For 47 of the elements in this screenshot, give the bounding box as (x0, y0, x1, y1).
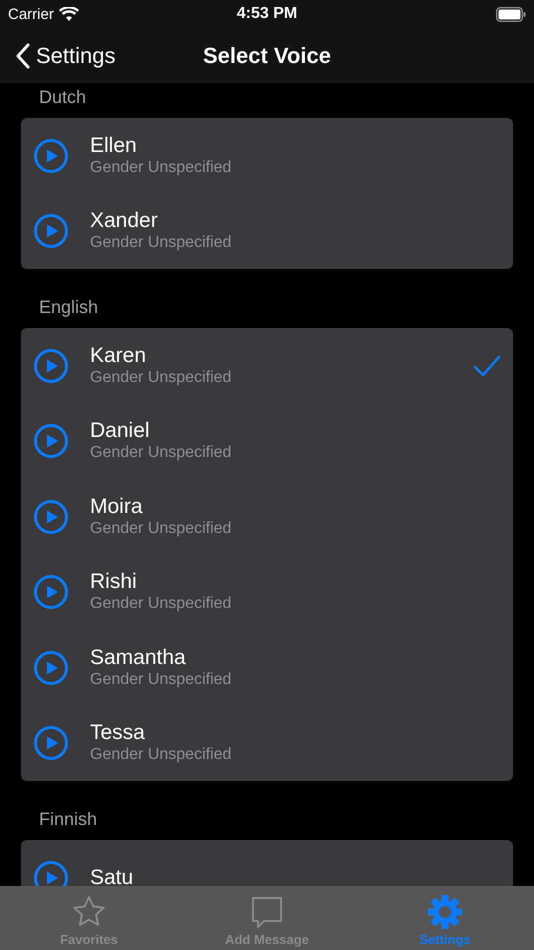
section-header: Dutch (39, 87, 86, 108)
speech-bubble-icon (249, 894, 285, 930)
voice-name: Rishi (90, 570, 138, 594)
play-icon[interactable] (34, 424, 68, 458)
voice-row[interactable]: Samantha Gender Unspecified (21, 630, 513, 706)
battery-icon (496, 6, 526, 22)
wifi-icon (58, 6, 79, 22)
voice-gender: Gender Unspecified (90, 594, 232, 614)
section-header: Finnish (39, 809, 98, 830)
voice-row[interactable]: Daniel Gender Unspecified (21, 404, 513, 479)
clock-time: 4:53 PM (236, 5, 298, 23)
voice-name: Satu (90, 866, 134, 886)
voice-name: Tessa (90, 721, 146, 746)
voice-gender: Gender Unspecified (90, 158, 232, 178)
voice-name: Ellen (90, 134, 138, 158)
play-icon[interactable] (34, 214, 68, 248)
play-icon[interactable] (34, 575, 68, 610)
voice-name: Karen (90, 344, 148, 368)
voice-gender: Gender Unspecified (90, 518, 232, 539)
gear-icon (427, 894, 463, 930)
voice-row[interactable]: Karen Gender Unspecified (21, 328, 513, 404)
voice-row[interactable]: Ellen Gender Unspecified (21, 118, 513, 194)
voice-name: Moira (90, 494, 144, 519)
play-icon[interactable] (34, 138, 68, 173)
voice-gender: Gender Unspecified (90, 233, 232, 254)
play-icon[interactable] (34, 650, 68, 685)
voice-row[interactable]: Moira Gender Unspecified (21, 479, 513, 554)
voice-row[interactable]: Rishi Gender Unspecified (21, 554, 513, 630)
section-header: English (39, 297, 98, 318)
voice-name: Xander (90, 209, 159, 234)
play-icon[interactable] (34, 348, 68, 383)
play-icon[interactable] (34, 860, 68, 886)
voice-row[interactable]: Tessa Gender Unspecified (21, 706, 513, 781)
back-button[interactable]: Settings (0, 42, 122, 70)
voice-gender: Gender Unspecified (90, 670, 232, 690)
voice-gender: Gender Unspecified (90, 368, 232, 388)
play-icon[interactable] (34, 726, 68, 760)
voice-gender: Gender Unspecified (90, 443, 232, 464)
voice-name: Daniel (90, 419, 151, 444)
chevron-left-icon (16, 42, 30, 68)
play-icon[interactable] (34, 500, 68, 534)
screen-title: Select Voice (203, 42, 331, 68)
voice-row[interactable]: Satu (21, 840, 513, 886)
voice-row[interactable]: Xander Gender Unspecified (21, 194, 513, 269)
voice-gender: Gender Unspecified (90, 745, 232, 766)
voice-name: Samantha (90, 646, 187, 670)
carrier-label: Carrier (8, 6, 54, 22)
